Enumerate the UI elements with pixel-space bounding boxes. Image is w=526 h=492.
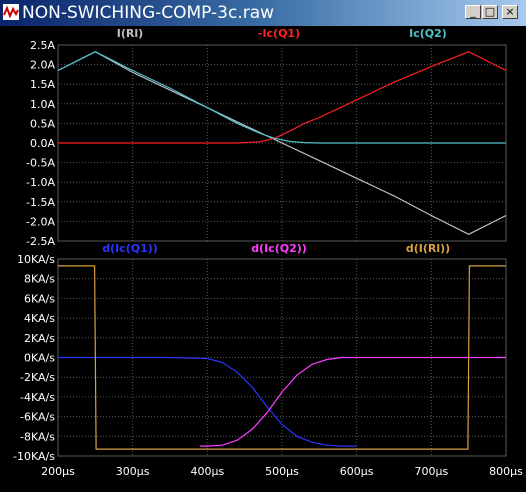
y-tick-label: 2.5A	[30, 39, 55, 52]
y-tick-label: 1.5A	[30, 78, 55, 91]
trace-d-ic-q2[interactable]	[199, 356, 506, 447]
y-tick-label: -2KA/s	[20, 371, 55, 384]
x-tick-label: 400µs	[190, 465, 224, 478]
x-tick-label: 600µs	[340, 465, 374, 478]
y-tick-label: 6KA/s	[24, 292, 55, 305]
trace-label-d-ic-q2[interactable]: d(Ic(Q2))	[251, 242, 307, 255]
x-tick-label: 300µs	[116, 465, 150, 478]
y-tick-label: -2.0A	[26, 215, 55, 228]
x-tick-label: 200µs	[41, 465, 75, 478]
y-tick-label: -1.0A	[26, 176, 55, 189]
trace-label-d-i-rl[interactable]: d(I(Rl))	[406, 242, 450, 255]
y-tick-label: -2.5A	[26, 235, 55, 248]
y-tick-label: 1.0A	[30, 98, 55, 111]
y-tick-label: 10KA/s	[17, 253, 55, 266]
y-tick-label: 0.0A	[30, 137, 55, 150]
waveform-plots[interactable]: 2.5A 2.0A 1.5A 1.0A 0.5A 0.0A -0.5A -1.0A -1.5A -…	[0, 26, 526, 492]
y-tick-label: -10KA/s	[13, 450, 55, 463]
y-tick-label: -4KA/s	[20, 391, 55, 404]
window-title: NON-SWICHING-COMP-3c.raw	[22, 3, 275, 23]
y-tick-label: 2.0A	[30, 59, 55, 72]
trace-label-i-rl[interactable]: I(Rl)	[117, 27, 143, 40]
y-tick-label: -8KA/s	[20, 430, 55, 443]
x-tick-label: 800µs	[489, 465, 523, 478]
trace-label-ic-q1[interactable]: -Ic(Q1)	[258, 27, 300, 40]
x-tick-label: 700µs	[414, 465, 448, 478]
y-tick-label: -1.5A	[26, 196, 55, 209]
y-tick-label: 2KA/s	[24, 332, 55, 345]
title-bar[interactable]: NON-SWICHING-COMP-3c.raw _ □ ×	[0, 0, 526, 26]
waveform-app-icon	[3, 4, 19, 20]
y-tick-label: 8KA/s	[24, 273, 55, 286]
y-tick-label: 0.5A	[30, 117, 55, 130]
x-tick-label: 500µs	[265, 465, 299, 478]
close-button[interactable]: ×	[502, 5, 518, 19]
y-tick-label: 0KA/s	[24, 352, 55, 365]
y-tick-label: -6KA/s	[20, 411, 55, 424]
y-tick-label: 4KA/s	[24, 312, 55, 325]
minimize-button[interactable]: _	[465, 5, 481, 19]
maximize-button[interactable]: □	[482, 5, 498, 19]
trace-label-d-ic-q1[interactable]: d(Ic(Q1))	[102, 242, 158, 255]
trace-label-ic-q2[interactable]: Ic(Q2)	[409, 27, 447, 40]
y-tick-label: -0.5A	[26, 157, 55, 170]
plot-area[interactable]: 2.5A 2.0A 1.5A 1.0A 0.5A 0.0A -0.5A -1.0A -1.5A -…	[0, 26, 526, 492]
